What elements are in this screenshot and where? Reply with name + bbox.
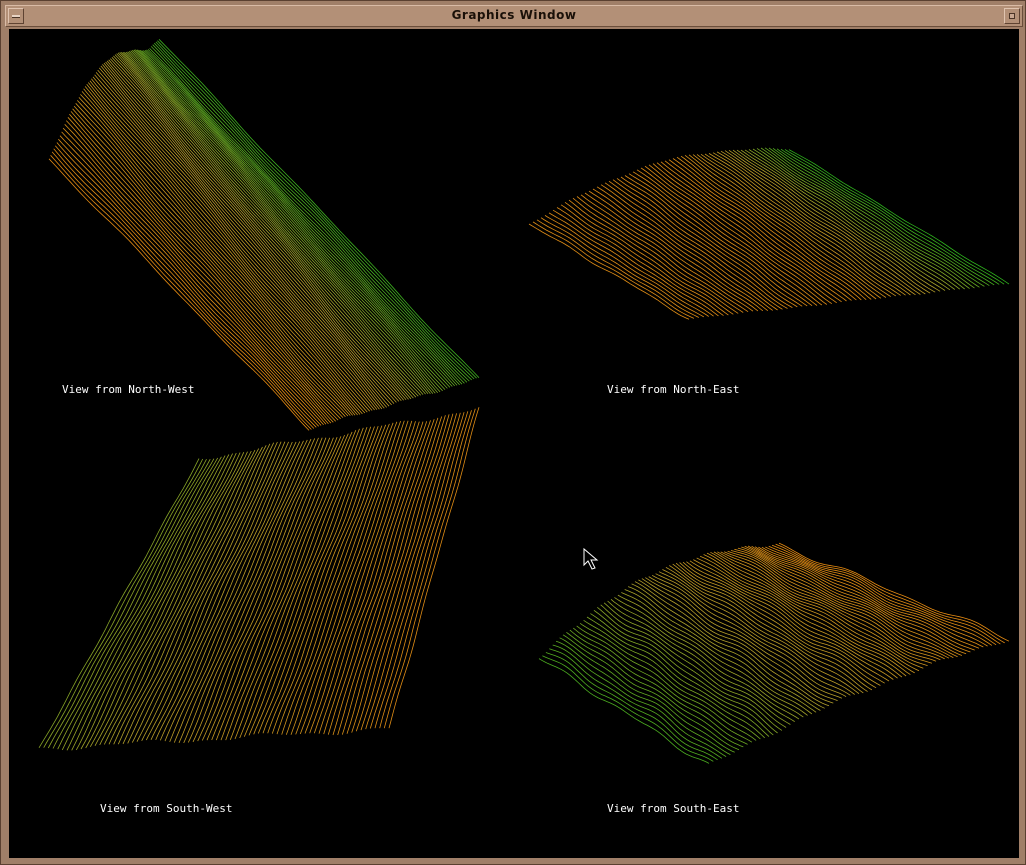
graphics-canvas[interactable]: View from North-West View from North-Eas… bbox=[9, 29, 1019, 858]
view-label-north-west: View from North-West bbox=[62, 383, 195, 396]
title-bar[interactable]: Graphics Window bbox=[5, 5, 1023, 27]
maximize-icon bbox=[1009, 13, 1015, 19]
mouse-pointer-icon bbox=[583, 547, 599, 570]
graphics-window: Graphics Window View from North-West Vie… bbox=[0, 0, 1026, 865]
window-title: Graphics Window bbox=[451, 8, 577, 22]
terrain-mesh-south-east bbox=[538, 542, 1010, 764]
terrain-mesh-north-west bbox=[48, 39, 480, 431]
terrain-plot-area bbox=[38, 39, 1010, 764]
terrain-mesh-south-west bbox=[38, 407, 480, 751]
view-label-north-east: View from North-East bbox=[607, 383, 740, 396]
view-label-south-east: View from South-East bbox=[607, 802, 740, 815]
terrain-mesh-north-east bbox=[528, 147, 1010, 320]
view-label-south-west: View from South-West bbox=[100, 802, 233, 815]
maximize-button[interactable] bbox=[1004, 8, 1020, 24]
